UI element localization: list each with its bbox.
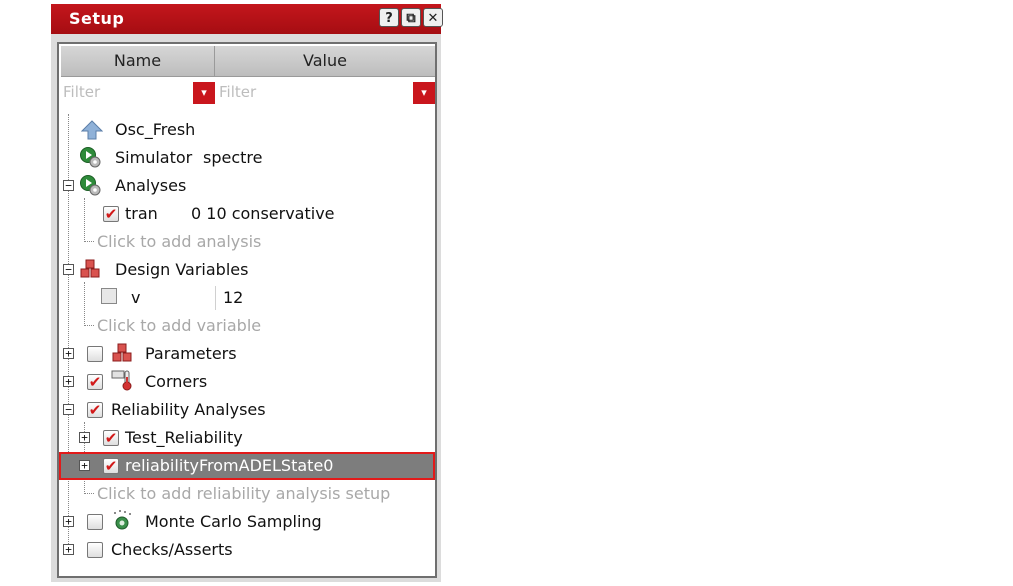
expand-icon[interactable]: + [79,432,90,443]
parameters-checkbox[interactable] [87,346,103,362]
help-button[interactable]: ? [379,8,399,27]
expand-icon[interactable]: + [63,348,74,359]
tree-item-value[interactable]: 12 [223,288,243,307]
tree-item-label: Osc_Fresh [115,120,196,139]
tree-item-tran[interactable]: ✔ tran 0 10 conservative [59,200,435,228]
collapse-icon[interactable]: − [63,180,74,191]
value-filter-input[interactable]: Filter [219,79,256,105]
arrow-up-icon [81,120,103,140]
test-reliability-checkbox[interactable]: ✔ [103,430,119,446]
simulator-gear-icon [80,175,101,196]
thermometer-icon [111,370,132,391]
tree-item-reliability-from-adel[interactable]: + ✔ reliabilityFromADELState0 [59,452,435,480]
tree-item-monte-carlo[interactable]: + Monte Carlo Sampling [59,508,435,536]
tree-item-label: reliabilityFromADELState0 [125,456,334,475]
add-variable-item[interactable]: Click to add variable [59,312,435,340]
setup-panel: Setup ? ⧉ ✕ Name Value Filter ▾ Filter ▾… [51,4,443,582]
tree-item-label: Analyses [115,176,187,195]
tran-checkbox[interactable]: ✔ [103,206,119,222]
tree-item-label: Simulator [115,148,193,167]
tree-item-simulator[interactable]: Simulator spectre [59,144,435,172]
tree-item-label: tran [125,204,158,223]
tree-item-value: 0 10 conservative [191,204,335,223]
monte-carlo-checkbox[interactable] [87,514,103,530]
tree-item-test-reliability[interactable]: + ✔ Test_Reliability [59,424,435,452]
tree-item-value: spectre [203,148,263,167]
value-filter-dropdown-icon[interactable]: ▾ [413,82,435,104]
tree-item-reliability-analyses[interactable]: − ✔ Reliability Analyses [59,396,435,424]
tree-item-label: Parameters [145,344,237,363]
corners-checkbox[interactable]: ✔ [87,374,103,390]
collapse-icon[interactable]: − [63,264,74,275]
column-header-name[interactable]: Name [61,46,215,77]
tree-item-label: Reliability Analyses [111,400,266,419]
tree-item-label: Checks/Asserts [111,540,233,559]
tree-item-label: Monte Carlo Sampling [145,512,322,531]
add-reliability-item[interactable]: Click to add reliability analysis setup [59,480,435,508]
tree-item-label: Corners [145,372,208,391]
expand-icon[interactable]: + [63,544,74,555]
float-button[interactable]: ⧉ [401,8,421,27]
variable-icon [101,288,117,304]
tree-item-label: Design Variables [115,260,249,279]
name-filter-dropdown-icon[interactable]: ▾ [193,82,215,104]
close-button[interactable]: ✕ [423,8,443,27]
simulator-gear-icon [80,147,101,168]
add-analysis-label: Click to add analysis [97,232,262,251]
collapse-icon[interactable]: − [63,404,74,415]
add-variable-label: Click to add variable [97,316,262,335]
setup-tree[interactable]: Name Value Filter ▾ Filter ▾ Osc_Fresh S… [57,42,437,578]
cubes-icon [80,259,100,278]
tree-item-label: Test_Reliability [125,428,243,447]
tree-item-corners[interactable]: + ✔ Corners [59,368,435,396]
monte-carlo-icon [114,510,131,530]
panel-titlebar: Setup ? ⧉ ✕ [51,4,443,34]
tree-item-label: v [131,288,141,307]
expand-icon[interactable]: + [63,376,74,387]
reliability-from-adel-checkbox[interactable]: ✔ [103,458,119,474]
expand-icon[interactable]: + [63,516,74,527]
tree-item-checks-asserts[interactable]: + Checks/Asserts [59,536,435,564]
tree-item-parameters[interactable]: + Parameters [59,340,435,368]
tree-item-variable-v[interactable]: v 12 [59,284,435,312]
tree-item-analyses[interactable]: − Analyses [59,172,435,200]
add-reliability-label: Click to add reliability analysis setup [97,484,391,503]
reliability-analyses-checkbox[interactable]: ✔ [87,402,103,418]
cubes-icon [112,343,132,362]
add-analysis-item[interactable]: Click to add analysis [59,228,435,256]
checks-asserts-checkbox[interactable] [87,542,103,558]
column-divider [215,286,216,310]
tree-item-osc-fresh[interactable]: Osc_Fresh [59,116,435,144]
name-filter-input[interactable]: Filter [63,79,100,105]
column-header-value[interactable]: Value [215,46,435,77]
expand-icon[interactable]: + [79,460,90,471]
tree-item-design-variables[interactable]: − Design Variables [59,256,435,284]
panel-title: Setup [69,9,125,28]
